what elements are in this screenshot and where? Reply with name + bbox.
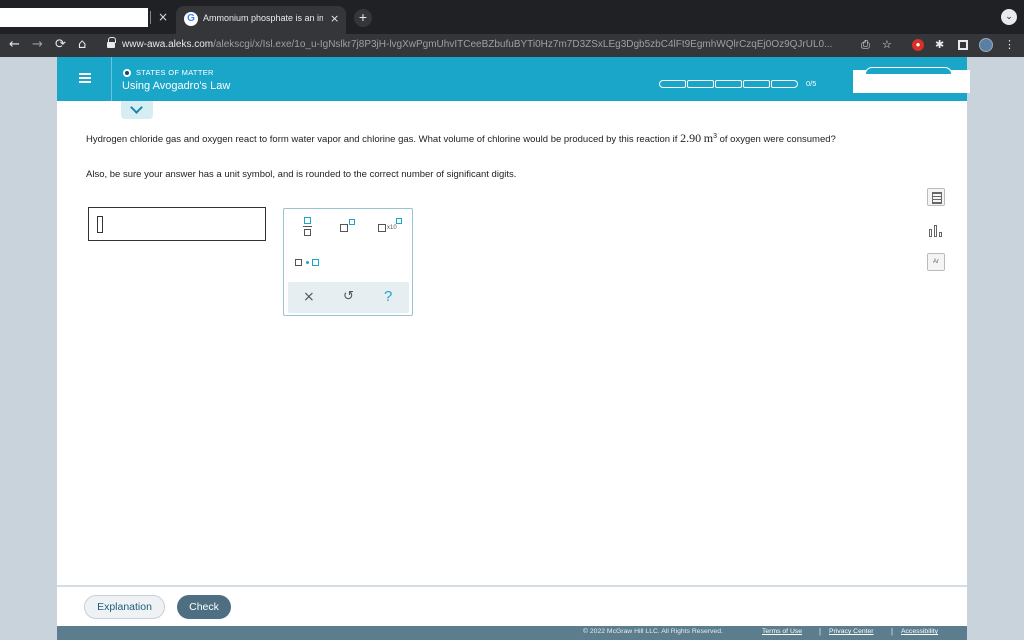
browser-tab-bar: × G Ammonium phosphate is an im × + ⌄ — [0, 0, 1024, 34]
progress-segment — [687, 80, 714, 88]
x10-label: x10 — [387, 225, 397, 231]
progress-segment — [715, 80, 742, 88]
undo-icon[interactable]: ↺ — [343, 289, 354, 304]
topic-title: Using Avogadro's Law — [122, 80, 231, 92]
expand-topic-button[interactable] — [121, 101, 153, 119]
math-palette: x10 × ↺ ? — [283, 208, 413, 316]
browser-tab-redacted[interactable] — [0, 8, 148, 27]
home-icon[interactable]: ⌂ — [78, 37, 86, 53]
question-text: Hydrogen chloride gas and oxygen react t… — [86, 129, 916, 147]
star-icon[interactable]: ☆ — [882, 38, 892, 52]
accessibility-link[interactable]: Accessibility — [901, 628, 938, 635]
url-path: /alekscgi/x/Isl.exe/1o_u-IgNslkr7j8P3jH-… — [213, 39, 833, 50]
question-unit: m — [703, 131, 714, 146]
check-button[interactable]: Check — [177, 595, 231, 619]
progress-count: 0/5 — [806, 79, 817, 88]
adblock-icon[interactable]: ● — [912, 39, 924, 51]
footer-bar: © 2022 McGraw Hill LLC. All Rights Reser… — [57, 626, 967, 640]
help-icon[interactable]: ? — [384, 288, 392, 305]
profile-avatar[interactable] — [979, 38, 993, 52]
progress-bar — [659, 80, 801, 90]
url-host: www-awa.aleks.com — [122, 39, 214, 50]
google-favicon-icon: G — [184, 12, 198, 26]
topic-status-icon — [123, 69, 131, 77]
share-icon[interactable]: ⎙ — [861, 38, 870, 52]
terms-link[interactable]: Terms of Use — [762, 628, 802, 635]
privacy-link[interactable]: Privacy Center — [829, 628, 874, 635]
url-field[interactable]: www-awa.aleks.com/alekscgi/x/Isl.exe/1o_… — [122, 39, 857, 50]
periodic-table-icon[interactable]: Ar — [927, 253, 945, 271]
palette-action-bar: × ↺ ? — [288, 282, 409, 313]
question-text-after: of oxygen were consumed? — [716, 134, 836, 146]
back-arrow-icon[interactable]: ← — [9, 37, 20, 53]
input-cursor — [97, 216, 103, 233]
scientific-notation-button[interactable]: x10 — [378, 218, 404, 234]
question-text-before: Hydrogen chloride gas and oxygen react t… — [86, 134, 681, 146]
multiply-dot-button[interactable] — [295, 258, 323, 268]
puzzle-icon[interactable]: ✱ — [935, 38, 944, 52]
instruction-text: Also, be sure your answer has a unit sym… — [86, 169, 517, 180]
topic-category: STATES OF MATTER — [136, 68, 214, 77]
tab-divider — [150, 11, 151, 24]
kebab-menu-icon[interactable]: ⋮ — [1004, 38, 1015, 52]
tab-close-icon[interactable]: × — [330, 12, 339, 25]
tab-close-icon[interactable]: × — [158, 10, 168, 24]
sidebar-icon[interactable] — [958, 40, 968, 50]
footer-separator: | — [819, 627, 822, 636]
header-right-panel[interactable] — [853, 67, 970, 93]
forward-arrow-icon[interactable]: → — [32, 37, 43, 53]
browser-address-bar: ← → ⟳ ⌂ www-awa.aleks.com/alekscgi/x/Isl… — [0, 34, 1024, 57]
app-header: STATES OF MATTER Using Avogadro's Law 0/… — [57, 57, 970, 101]
copyright-text: © 2022 McGraw Hill LLC. All Rights Reser… — [583, 628, 723, 635]
superscript-button[interactable] — [340, 219, 356, 233]
calculator-icon[interactable] — [927, 188, 945, 206]
clear-icon[interactable]: × — [303, 289, 315, 305]
footer-separator: | — [891, 627, 894, 636]
tab-search-icon[interactable]: ⌄ — [1001, 9, 1017, 25]
tab-title: Ammonium phosphate is an im — [203, 13, 323, 23]
browser-tab-active[interactable]: G Ammonium phosphate is an im × — [176, 6, 346, 34]
chevron-down-icon — [130, 101, 143, 114]
footer-divider — [57, 585, 967, 587]
progress-segment — [659, 80, 686, 88]
aleks-app: STATES OF MATTER Using Avogadro's Law 0/… — [57, 57, 970, 640]
fraction-button[interactable] — [303, 217, 312, 237]
data-chart-icon[interactable] — [927, 222, 945, 240]
header-divider — [111, 57, 112, 101]
explanation-button[interactable]: Explanation — [84, 595, 165, 619]
answer-input[interactable] — [88, 207, 266, 241]
lock-icon[interactable] — [107, 37, 116, 49]
reload-icon[interactable]: ⟳ — [55, 37, 66, 53]
progress-segment — [771, 80, 798, 88]
hamburger-menu-icon[interactable] — [79, 73, 91, 83]
new-tab-button[interactable]: + — [354, 9, 372, 27]
question-value: 2.90 — [680, 131, 702, 146]
progress-segment — [743, 80, 770, 88]
